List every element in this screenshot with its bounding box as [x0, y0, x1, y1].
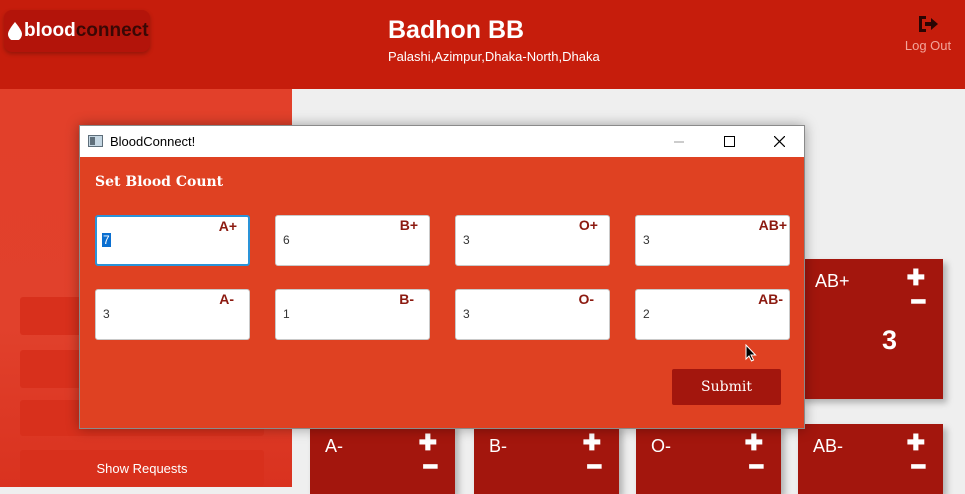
minimize-icon: [674, 141, 684, 142]
mouse-cursor-icon: [745, 344, 757, 362]
field-o-pos[interactable]: O+ 3: [455, 215, 610, 266]
maximize-icon: [723, 136, 735, 147]
field-a-pos[interactable]: A+ 7: [95, 215, 250, 266]
blood-card-b-neg: B- ✚ ━: [474, 424, 619, 494]
field-group-label: O+: [578, 217, 598, 233]
logout-label: Log Out: [904, 38, 952, 53]
logo-text-connect: connect: [75, 20, 149, 41]
field-a-neg[interactable]: A- 3: [95, 289, 250, 340]
field-value-input[interactable]: 1: [283, 307, 383, 321]
org-name: Badhon BB: [388, 16, 525, 44]
app-header: blood connect Badhon BB Palashi,Azimpur,D…: [0, 0, 965, 89]
field-group-label: A+: [218, 218, 237, 234]
field-group-label: B+: [399, 217, 418, 233]
field-b-pos[interactable]: B+ 6: [275, 215, 430, 266]
field-value-input[interactable]: 3: [463, 233, 563, 247]
field-value-input[interactable]: 6: [283, 233, 383, 247]
field-group-label: AB+: [758, 217, 787, 233]
logout-button[interactable]: Log Out: [898, 14, 958, 53]
card-group-label: AB+: [815, 271, 850, 291]
set-blood-count-dialog: BloodConnect! Set Blood Count A+ 7 B+ 6 …: [79, 125, 805, 429]
field-group-label: AB-: [758, 291, 783, 307]
minus-icon[interactable]: ━: [750, 456, 763, 478]
blood-card-o-neg: O- ✚ ━: [636, 424, 781, 494]
logout-icon: [919, 16, 938, 32]
field-value-input[interactable]: 7: [102, 233, 111, 247]
field-o-neg[interactable]: O- 3: [455, 289, 610, 340]
field-value-input[interactable]: 2: [643, 307, 743, 321]
minus-icon[interactable]: ━: [588, 456, 601, 478]
card-group-label: B-: [489, 436, 507, 456]
blood-drop-icon: [8, 22, 22, 40]
dialog-titlebar[interactable]: BloodConnect!: [80, 126, 804, 157]
blood-card-ab-neg: AB- ✚ ━: [798, 424, 943, 494]
close-icon: [773, 136, 785, 147]
field-value-input[interactable]: 3: [103, 307, 203, 321]
maximize-button[interactable]: [706, 126, 752, 157]
dialog-window-title: BloodConnect!: [110, 134, 196, 149]
field-value-input[interactable]: 3: [463, 307, 563, 321]
plus-icon[interactable]: ✚: [907, 267, 925, 289]
card-count: 3: [881, 325, 897, 355]
minus-icon[interactable]: ━: [424, 456, 437, 478]
close-button[interactable]: [756, 126, 802, 157]
logo-text-blood: blood: [24, 20, 76, 41]
show-requests-button[interactable]: Show Requests: [20, 450, 264, 486]
field-ab-pos[interactable]: AB+ 3: [635, 215, 790, 266]
plus-icon[interactable]: ✚: [745, 432, 763, 454]
field-b-neg[interactable]: B- 1: [275, 289, 430, 340]
minimize-button[interactable]: [656, 126, 702, 157]
plus-icon[interactable]: ✚: [419, 432, 437, 454]
card-group-label: A-: [325, 436, 343, 456]
plus-icon[interactable]: ✚: [907, 432, 925, 454]
blood-card-a-neg: A- ✚ ━: [310, 424, 455, 494]
minus-icon[interactable]: ━: [912, 291, 925, 313]
dialog-heading: Set Blood Count: [95, 174, 224, 190]
field-value-input[interactable]: 3: [643, 233, 743, 247]
blood-card-ab-pos: AB+ ✚ ━ 3: [800, 259, 943, 399]
app-logo: blood connect: [4, 10, 150, 52]
field-group-label: O-: [578, 291, 594, 307]
field-group-label: B-: [399, 291, 414, 307]
submit-button[interactable]: Submit: [672, 369, 781, 405]
show-requests-label: Show Requests: [96, 460, 188, 476]
field-group-label: A-: [219, 291, 234, 307]
card-group-label: O-: [651, 436, 671, 456]
card-group-label: AB-: [813, 436, 844, 456]
plus-icon[interactable]: ✚: [583, 432, 601, 454]
window-app-icon: [88, 135, 103, 147]
minus-icon[interactable]: ━: [912, 456, 925, 478]
org-address: Palashi,Azimpur,Dhaka-North,Dhaka: [388, 49, 600, 64]
field-ab-neg[interactable]: AB- 2: [635, 289, 790, 340]
